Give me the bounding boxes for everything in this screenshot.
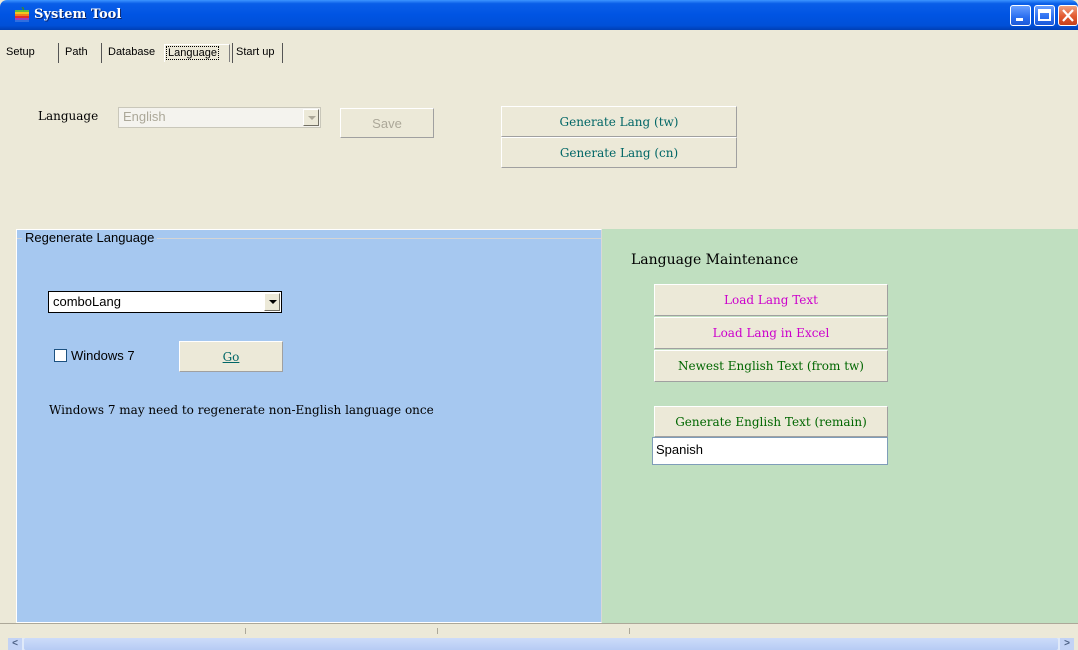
minimize-icon (1016, 18, 1023, 21)
tab-separator (101, 43, 102, 63)
tab-setup[interactable]: Setup (2, 44, 39, 62)
minimize-button[interactable] (1010, 5, 1031, 26)
windows7-checkbox[interactable] (54, 349, 67, 362)
window-title: System Tool (34, 7, 122, 22)
tab-language-label: Language (166, 46, 219, 60)
tab-startup[interactable]: Start up (232, 44, 279, 62)
target-language-input[interactable]: Spanish (652, 437, 888, 465)
chevron-down-icon[interactable] (264, 293, 280, 311)
tab-language[interactable]: Language (164, 44, 230, 62)
language-maintenance-panel: Language Maintenance Load Lang Text Load… (602, 229, 1078, 623)
save-button-label: Save (372, 116, 402, 131)
windows7-checkbox-label: Windows 7 (71, 348, 135, 363)
load-lang-excel-button[interactable]: Load Lang in Excel (654, 317, 888, 349)
tab-database[interactable]: Database (104, 44, 159, 62)
generate-lang-cn-label: Generate Lang (cn) (559, 146, 679, 160)
maximize-button[interactable] (1034, 5, 1055, 26)
chevron-down-icon[interactable] (303, 109, 319, 126)
scroll-right-icon[interactable]: > (1060, 638, 1074, 650)
maximize-icon (1038, 9, 1051, 21)
generate-english-text-label: Generate English Text (remain) (675, 415, 867, 429)
save-button[interactable]: Save (340, 108, 434, 138)
close-button[interactable] (1058, 5, 1078, 26)
combo-lang[interactable]: comboLang (48, 291, 282, 313)
language-maintenance-title: Language Maintenance (631, 252, 799, 268)
tab-strip: Setup Path Database Language Start up (0, 32, 1078, 64)
generate-lang-cn-button[interactable]: Generate Lang (cn) (501, 137, 737, 168)
status-panel (8, 628, 246, 634)
horizontal-scrollbar[interactable]: < > (8, 638, 1074, 650)
load-lang-text-button[interactable]: Load Lang Text (654, 284, 888, 316)
language-combo[interactable]: English (118, 107, 321, 128)
close-icon (1062, 9, 1074, 22)
load-lang-excel-label: Load Lang in Excel (712, 326, 830, 340)
combo-lang-value: comboLang (53, 294, 121, 309)
tab-separator (282, 43, 283, 63)
language-combo-value: English (123, 109, 166, 124)
tab-separator (58, 43, 59, 63)
load-lang-text-label: Load Lang Text (724, 293, 818, 307)
regenerate-note: Windows 7 may need to regenerate non-Eng… (49, 403, 434, 417)
title-bar[interactable]: System Tool (0, 0, 1078, 30)
tab-path[interactable]: Path (61, 44, 92, 62)
status-panel (440, 628, 630, 634)
app-icon (15, 7, 29, 22)
newest-english-text-button[interactable]: Newest English Text (from tw) (654, 350, 888, 382)
generate-lang-tw-label: Generate Lang (tw) (559, 115, 679, 129)
newest-english-text-label: Newest English Text (from tw) (678, 359, 864, 373)
language-label: Language (38, 109, 99, 123)
scroll-left-icon[interactable]: < (8, 638, 22, 650)
scroll-thumb[interactable] (24, 638, 1058, 650)
regenerate-language-panel: Regenerate Language comboLang Windows 7 … (16, 229, 602, 623)
target-language-value: Spanish (656, 442, 703, 457)
language-settings-area: Language English Save Generate Lang (tw)… (0, 64, 1078, 230)
generate-lang-tw-button[interactable]: Generate Lang (tw) (501, 106, 737, 137)
generate-english-text-button[interactable]: Generate English Text (remain) (654, 406, 888, 437)
regenerate-language-title: Regenerate Language (22, 230, 158, 245)
status-panel (248, 628, 438, 634)
go-button-label: Go (222, 350, 240, 364)
go-button[interactable]: Go (179, 341, 283, 372)
